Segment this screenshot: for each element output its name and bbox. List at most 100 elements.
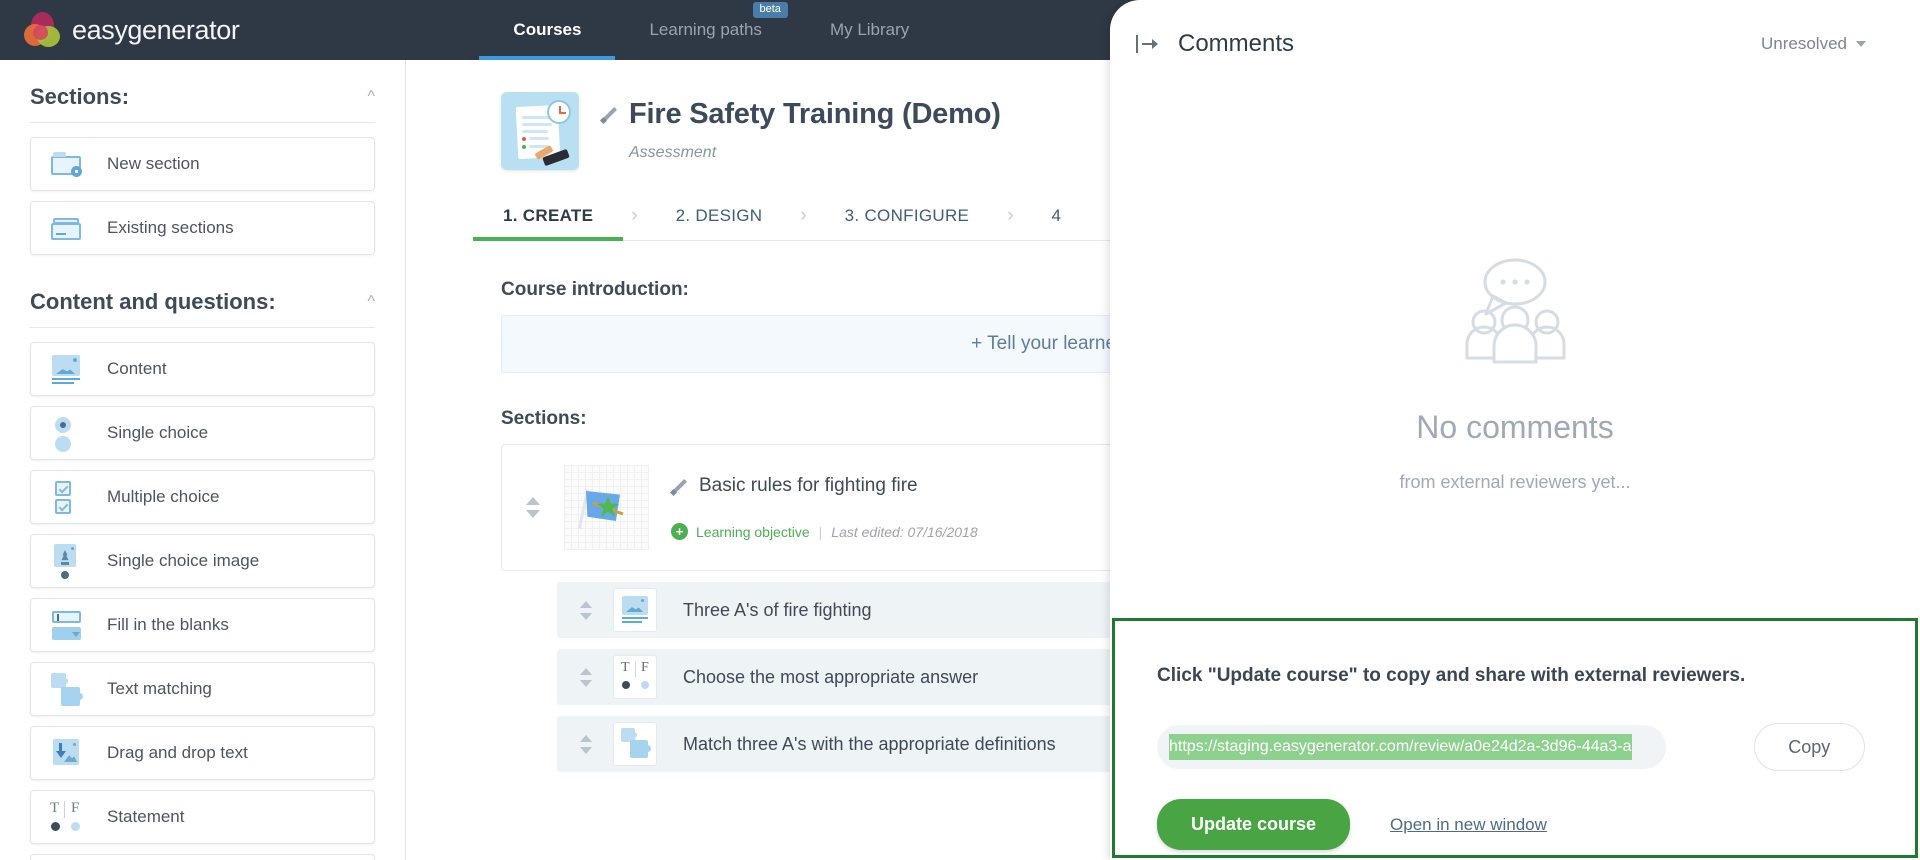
add-objective-icon[interactable]: + bbox=[671, 523, 688, 540]
arrow-up-icon[interactable] bbox=[580, 601, 592, 608]
review-url-input[interactable]: https://staging.easygenerator.com/review… bbox=[1157, 725, 1666, 769]
question-reorder-handle[interactable] bbox=[573, 601, 599, 620]
chevron-up-icon[interactable]: ^ bbox=[367, 88, 375, 106]
edit-pencil-icon[interactable] bbox=[601, 106, 618, 123]
main-nav-items: Courses Learning paths beta My Library bbox=[479, 0, 943, 60]
sidebar-item-content[interactable]: Content bbox=[30, 342, 375, 396]
sidebar-item-multiple-choice[interactable]: Multiple choice bbox=[30, 470, 375, 524]
arrow-down-icon[interactable] bbox=[580, 747, 592, 754]
update-course-button[interactable]: Update course bbox=[1157, 799, 1350, 850]
copy-button-label: Copy bbox=[1788, 737, 1830, 758]
app-root: easygenerator Courses Learning paths bet… bbox=[0, 0, 1920, 860]
easygenerator-logo-icon bbox=[24, 12, 62, 48]
arrow-up-icon[interactable] bbox=[526, 497, 540, 505]
learning-objective-link[interactable]: Learning objective bbox=[696, 524, 810, 540]
share-with-reviewers-box: Click "Update course" to copy and share … bbox=[1112, 618, 1918, 858]
arrow-down-icon[interactable] bbox=[580, 613, 592, 620]
share-url-row: https://staging.easygenerator.com/review… bbox=[1157, 723, 1865, 771]
sidebar-group-header-sections[interactable]: Sections: ^ bbox=[30, 78, 375, 123]
section-meta: + Learning objective | Last edited: 07/1… bbox=[671, 523, 978, 540]
chevron-down-icon bbox=[1856, 41, 1866, 47]
comments-panel-header: Comments Unresolved bbox=[1110, 0, 1920, 88]
last-edited-text: Last edited: 07/16/2018 bbox=[831, 524, 977, 540]
comments-panel: Comments Unresolved No comments f bbox=[1110, 0, 1920, 860]
sidebar-item-label: Single choice bbox=[107, 423, 208, 443]
course-title-block: Fire Safety Training (Demo) Assessment bbox=[601, 92, 1001, 162]
copy-button[interactable]: Copy bbox=[1754, 723, 1865, 771]
page-title: Fire Safety Training (Demo) bbox=[629, 98, 1001, 131]
share-actions-row: Update course Open in new window bbox=[1157, 799, 1865, 850]
nav-label-learning-paths: Learning paths bbox=[649, 20, 761, 40]
question-reorder-handle[interactable] bbox=[573, 735, 599, 754]
image-radio-icon bbox=[47, 543, 87, 579]
input-dropdown-icon bbox=[47, 607, 87, 643]
radio-icon bbox=[47, 415, 87, 451]
checkbox-icon bbox=[47, 479, 87, 515]
sidebar-item-hotspot[interactable]: Hotspot bbox=[30, 854, 375, 860]
beta-badge: beta bbox=[753, 2, 788, 18]
sidebar-item-label: Content bbox=[107, 359, 167, 379]
section-title-row[interactable]: Basic rules for fighting fire bbox=[671, 475, 978, 497]
puzzle-icon bbox=[47, 671, 87, 707]
sidebar-item-label: Multiple choice bbox=[107, 487, 219, 507]
comments-filter-dropdown[interactable]: Unresolved bbox=[1761, 34, 1866, 54]
section-reorder-handle[interactable] bbox=[520, 497, 546, 518]
sidebar-item-label: Drag and drop text bbox=[107, 743, 248, 763]
section-title: Basic rules for fighting fire bbox=[699, 475, 918, 497]
nav-item-learning-paths[interactable]: Learning paths beta bbox=[615, 0, 795, 60]
tab-publish[interactable]: 4 bbox=[1050, 196, 1064, 240]
tab-design[interactable]: 2. DESIGN bbox=[674, 196, 765, 240]
sidebar-group-header-content[interactable]: Content and questions: ^ bbox=[30, 283, 375, 328]
comments-filter-label: Unresolved bbox=[1761, 34, 1847, 54]
sidebar-item-label: Existing sections bbox=[107, 218, 234, 238]
question-label: Three A's of fire fighting bbox=[683, 600, 872, 621]
open-in-new-window-link[interactable]: Open in new window bbox=[1390, 815, 1547, 835]
sidebar-item-new-section[interactable]: New section bbox=[30, 137, 375, 191]
nav-label-courses: Courses bbox=[513, 20, 581, 40]
sidebar-item-statement[interactable]: T F Statement bbox=[30, 790, 375, 844]
sidebar-item-fill-in-the-blanks[interactable]: Fill in the blanks bbox=[30, 598, 375, 652]
course-title-row[interactable]: Fire Safety Training (Demo) bbox=[601, 98, 1001, 131]
chevron-up-icon[interactable]: ^ bbox=[367, 293, 375, 311]
sidebar-item-single-choice[interactable]: Single choice bbox=[30, 406, 375, 460]
brand-logo[interactable]: easygenerator bbox=[24, 12, 239, 48]
sidebar-item-existing-sections[interactable]: Existing sections bbox=[30, 201, 375, 255]
sidebar-item-label: Statement bbox=[107, 807, 185, 827]
section-thumbnail-icon bbox=[564, 465, 649, 550]
drag-image-icon bbox=[47, 735, 87, 771]
section-body: Basic rules for fighting fire + Learning… bbox=[671, 475, 978, 540]
sidebar-item-label: New section bbox=[107, 154, 200, 174]
left-sidebar: Sections: ^ New section Existing section… bbox=[0, 60, 406, 860]
sidebar-item-single-choice-image[interactable]: Single choice image bbox=[30, 534, 375, 588]
true-false-icon: T F bbox=[47, 799, 87, 835]
empty-state-title: No comments bbox=[1416, 409, 1613, 446]
step-separator-icon: › bbox=[800, 205, 806, 231]
folder-stack-icon bbox=[47, 210, 87, 246]
edit-pencil-icon[interactable] bbox=[671, 478, 688, 495]
arrow-up-icon[interactable] bbox=[580, 735, 592, 742]
image-text-icon bbox=[613, 588, 657, 632]
sidebar-group-title-sections: Sections: bbox=[30, 84, 129, 110]
sidebar-item-text-matching[interactable]: Text matching bbox=[30, 662, 375, 716]
arrow-down-icon[interactable] bbox=[526, 510, 540, 518]
puzzle-icon bbox=[613, 722, 657, 766]
tab-label-publish: 4 bbox=[1052, 206, 1062, 225]
arrow-up-icon[interactable] bbox=[580, 668, 592, 675]
true-false-icon: T F bbox=[613, 655, 657, 699]
nav-label-my-library: My Library bbox=[830, 20, 909, 40]
sidebar-group-title-content: Content and questions: bbox=[30, 289, 276, 315]
question-reorder-handle[interactable] bbox=[573, 668, 599, 687]
nav-item-my-library[interactable]: My Library bbox=[796, 0, 943, 60]
step-separator-icon: › bbox=[1007, 205, 1013, 231]
nav-item-courses[interactable]: Courses bbox=[479, 0, 615, 60]
course-subtitle: Assessment bbox=[629, 144, 1001, 162]
arrow-down-icon[interactable] bbox=[580, 680, 592, 687]
tab-configure[interactable]: 3. CONFIGURE bbox=[843, 196, 972, 240]
comments-empty-state: No comments from external reviewers yet.… bbox=[1110, 258, 1920, 493]
tab-create[interactable]: 1. CREATE bbox=[501, 196, 595, 240]
sidebar-item-drag-and-drop-text[interactable]: Drag and drop text bbox=[30, 726, 375, 780]
collapse-panel-icon[interactable] bbox=[1136, 34, 1158, 54]
assessment-clipboard-icon bbox=[501, 92, 579, 170]
sidebar-item-label: Single choice image bbox=[107, 551, 259, 571]
update-course-label: Update course bbox=[1191, 814, 1316, 834]
